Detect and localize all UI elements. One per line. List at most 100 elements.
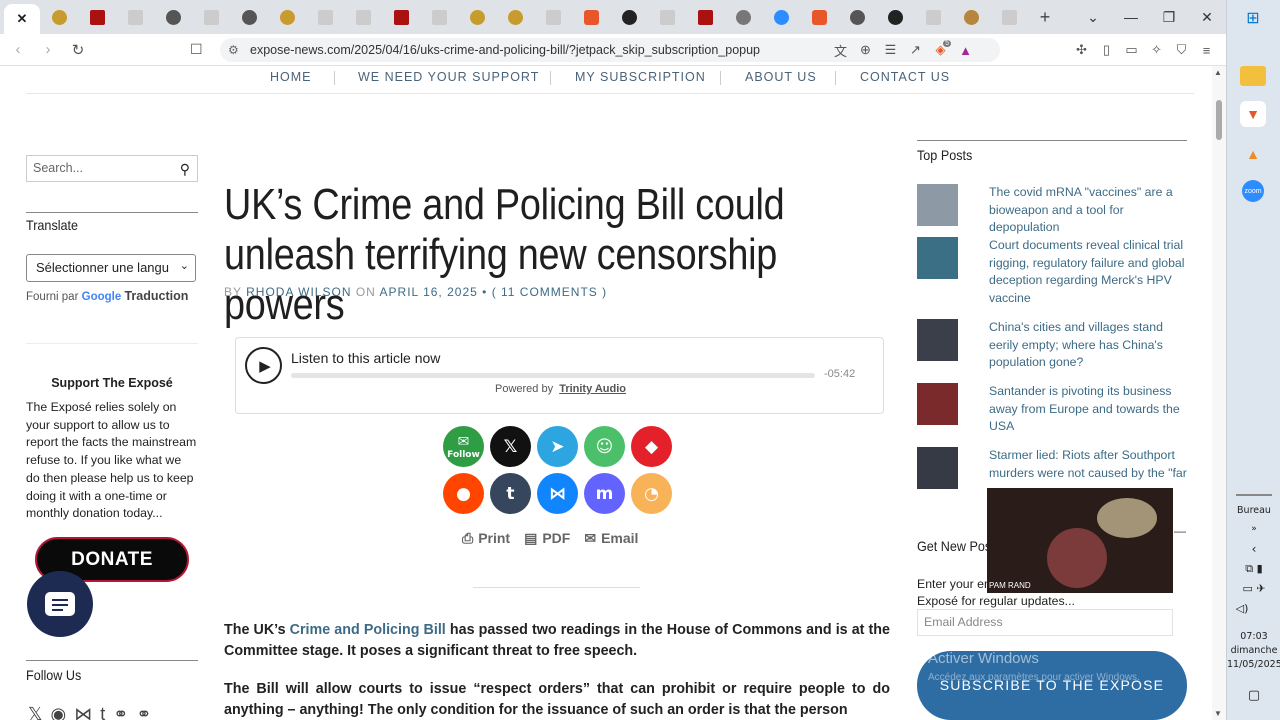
site-info-icon[interactable]: ⚙: [228, 38, 239, 62]
translation-link[interactable]: Traduction: [124, 289, 188, 303]
language-select[interactable]: Sélectionner une langu ⌄: [26, 254, 196, 282]
windows-start-icon[interactable]: ⊞: [1240, 5, 1266, 31]
tab[interactable]: [40, 0, 78, 34]
bluesky-share-button[interactable]: ⋈: [537, 473, 578, 514]
link-icon[interactable]: ⚭: [113, 704, 128, 720]
x-share-button[interactable]: 𝕏: [490, 426, 531, 467]
nav-support[interactable]: WE NEED YOUR SUPPORT: [358, 70, 539, 84]
search-icon[interactable]: ⚲: [180, 161, 190, 178]
bill-link[interactable]: Crime and Policing Bill: [290, 622, 446, 638]
rss-share-button[interactable]: ◔: [631, 473, 672, 514]
battery-icon[interactable]: ▭ ✈: [1227, 582, 1280, 595]
comments-link[interactable]: ( 11 COMMENTS ): [492, 285, 607, 299]
nav-subscription[interactable]: MY SUBSCRIPTION: [575, 70, 706, 84]
sidebar-icon[interactable]: ▯: [1094, 42, 1119, 58]
share-icon[interactable]: ↗: [903, 42, 928, 58]
tab[interactable]: [154, 0, 192, 34]
tab[interactable]: [724, 0, 762, 34]
telegram-share-button[interactable]: ➤: [537, 426, 578, 467]
tab[interactable]: [876, 0, 914, 34]
telegram-icon[interactable]: ◉: [51, 704, 67, 720]
expand-icon[interactable]: »: [1227, 524, 1280, 534]
chevron-left-icon[interactable]: ‹: [1227, 542, 1280, 556]
rewards-icon[interactable]: ▲: [953, 43, 978, 58]
tab[interactable]: [762, 0, 800, 34]
tab[interactable]: [344, 0, 382, 34]
tab-search-icon[interactable]: ⌄: [1074, 0, 1112, 34]
date-link[interactable]: APRIL 16, 2025: [380, 285, 478, 299]
clock-time[interactable]: 07:03: [1227, 631, 1280, 642]
notifications-icon[interactable]: ▢: [1227, 688, 1280, 703]
tumblr-icon[interactable]: t: [100, 704, 105, 720]
email-button[interactable]: ✉ Email: [584, 530, 638, 547]
tab[interactable]: [534, 0, 572, 34]
tab[interactable]: [306, 0, 344, 34]
tab[interactable]: [496, 0, 534, 34]
tab-close-active[interactable]: ✕: [4, 4, 40, 34]
post-link[interactable]: Starmer lied: Riots after Southport murd…: [989, 447, 1189, 482]
scroll-thumb[interactable]: [1216, 100, 1222, 140]
tab[interactable]: [268, 0, 306, 34]
tab[interactable]: [230, 0, 268, 34]
translate-icon[interactable]: 文: [828, 41, 853, 60]
scroll-down-icon[interactable]: ▼: [1214, 709, 1222, 718]
author-link[interactable]: RHODA WILSON: [246, 285, 351, 299]
tab[interactable]: [458, 0, 496, 34]
volume-icon[interactable]: ◁): [1215, 602, 1269, 615]
overlay-minimize-icon[interactable]: —: [1174, 524, 1186, 538]
close-icon[interactable]: ✕: [17, 11, 28, 27]
audio-progress[interactable]: [291, 373, 815, 378]
tumblr-share-button[interactable]: t: [490, 473, 531, 514]
tab[interactable]: [914, 0, 952, 34]
tab[interactable]: [838, 0, 876, 34]
extensions-icon[interactable]: ✣: [1069, 42, 1094, 58]
leo-icon[interactable]: ✧: [1144, 42, 1169, 58]
file-explorer-icon[interactable]: [1240, 66, 1266, 86]
brave-icon[interactable]: ▼: [1240, 101, 1266, 127]
webcam-overlay[interactable]: PAM RAND: [987, 488, 1173, 593]
new-tab-button[interactable]: +: [1028, 7, 1062, 28]
tab[interactable]: [990, 0, 1028, 34]
play-button[interactable]: ▶: [245, 347, 282, 384]
follow-email-button[interactable]: ✉ Follow: [443, 426, 484, 467]
restore-icon[interactable]: ❐: [1150, 0, 1188, 34]
chat-button[interactable]: [27, 571, 93, 637]
mastodon-share-button[interactable]: m: [584, 473, 625, 514]
reload-icon[interactable]: ↻: [66, 41, 90, 59]
page-scrollbar[interactable]: ▲ ▼: [1212, 66, 1226, 720]
minimize-icon[interactable]: —: [1112, 0, 1150, 34]
post-thumbnail[interactable]: [917, 237, 958, 279]
forward-icon[interactable]: ›: [36, 41, 60, 58]
tab[interactable]: [610, 0, 648, 34]
nav-contact[interactable]: CONTACT US: [860, 70, 950, 84]
trinity-link[interactable]: Trinity Audio: [559, 383, 626, 395]
tab[interactable]: [78, 0, 116, 34]
nav-home[interactable]: HOME: [270, 70, 312, 84]
menu-icon[interactable]: ≡: [1194, 43, 1219, 58]
vpn-icon[interactable]: ⛉: [1169, 42, 1194, 58]
post-thumbnail[interactable]: [917, 184, 958, 226]
zoom-icon[interactable]: ⊕: [853, 42, 878, 58]
back-icon[interactable]: ‹: [6, 41, 30, 58]
print-button[interactable]: ⎙ Print: [462, 530, 510, 547]
post-thumbnail[interactable]: [917, 383, 958, 425]
tab[interactable]: [952, 0, 990, 34]
post-thumbnail[interactable]: [917, 319, 958, 361]
search-input[interactable]: Search... ⚲: [26, 155, 198, 182]
tab[interactable]: [648, 0, 686, 34]
nav-about[interactable]: ABOUT US: [745, 70, 817, 84]
post-link[interactable]: The covid mRNA "vaccines" are a bioweapo…: [989, 184, 1189, 237]
tab[interactable]: [382, 0, 420, 34]
tray-icons[interactable]: ⧉ ▮: [1227, 562, 1280, 576]
x-icon[interactable]: 𝕏: [28, 704, 43, 720]
gab-share-button[interactable]: ☺: [584, 426, 625, 467]
tab[interactable]: [116, 0, 154, 34]
link-icon[interactable]: ⚭: [136, 704, 151, 720]
post-link[interactable]: China's cities and villages stand eerily…: [989, 319, 1189, 372]
tab[interactable]: [572, 0, 610, 34]
tab[interactable]: [800, 0, 838, 34]
zoom-app-icon[interactable]: zoom: [1242, 180, 1264, 202]
tab[interactable]: [686, 0, 724, 34]
tab[interactable]: [192, 0, 230, 34]
bureau-label[interactable]: Bureau: [1227, 505, 1280, 516]
